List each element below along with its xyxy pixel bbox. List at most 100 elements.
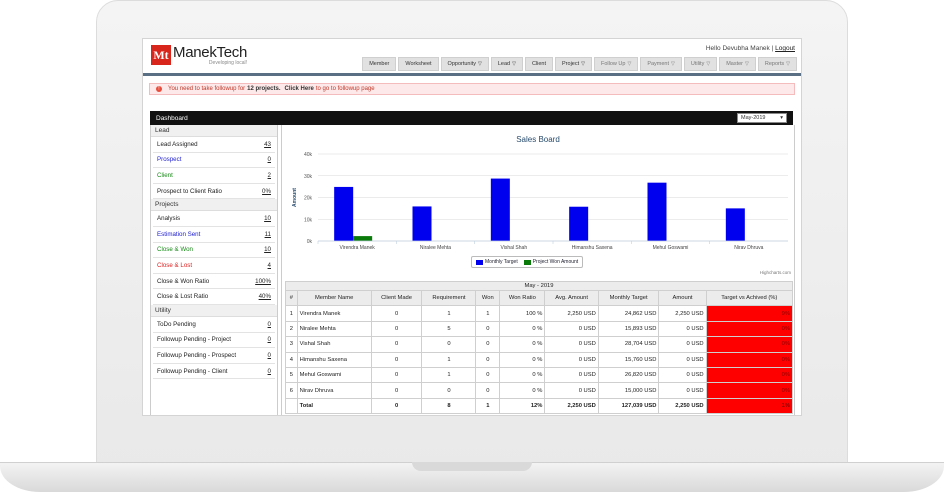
stat-label: Close & Won Ratio bbox=[157, 277, 210, 285]
stat-value-link[interactable]: 10 bbox=[264, 215, 271, 222]
bar-project-won[interactable] bbox=[353, 236, 373, 241]
alert-count: 12 projects. bbox=[247, 86, 281, 92]
legend-item[interactable]: Project Won Amount bbox=[523, 259, 579, 265]
table-row: 6 Nirav Dhruva 0 0 0 0 % 0 USD 15,000 USD 0 USD 0… bbox=[285, 382, 794, 399]
table-cell: 1 bbox=[285, 305, 298, 322]
table-total-row: Total 0 8 1 12% 2,250 USD 127,039 USD 2,250 USD… bbox=[285, 397, 794, 415]
nav-follow-up[interactable]: Follow Up ▽ bbox=[594, 57, 639, 71]
bar-monthly-target[interactable] bbox=[412, 206, 432, 241]
nav-label: Member bbox=[369, 61, 390, 67]
table-cell: 0 bbox=[421, 336, 477, 353]
month-select[interactable]: May-2019 ▾ bbox=[737, 113, 787, 123]
table-cell: 9% bbox=[705, 305, 794, 322]
month-select-value: May-2019 bbox=[741, 115, 766, 121]
table-cell: 0 bbox=[475, 366, 501, 384]
stat-value-link[interactable]: 0% bbox=[262, 188, 271, 195]
table-cell: 15,000 USD bbox=[597, 382, 660, 399]
table-period: May - 2019 bbox=[285, 281, 793, 291]
table-cell: 0 % bbox=[499, 336, 546, 353]
table-cell: 0 % bbox=[499, 382, 546, 399]
table-cell: 3 bbox=[285, 336, 298, 353]
stat-label: Lead Assigned bbox=[157, 140, 198, 148]
stat-value-link[interactable]: 10 bbox=[264, 246, 271, 253]
chevron-down-icon: ▽ bbox=[671, 61, 675, 67]
x-tick-label: Mehul Goswami bbox=[653, 245, 689, 251]
chart-legend: Monthly Target Project Won Amount bbox=[471, 256, 584, 268]
stat-value-link[interactable]: 11 bbox=[265, 231, 271, 238]
table-cell: 0 USD bbox=[658, 320, 707, 338]
table-cell: 0 bbox=[370, 366, 423, 384]
sidebar-stat-row: Close & Won Ratio 100% bbox=[153, 274, 275, 290]
table-cell: 0 USD bbox=[544, 382, 599, 399]
nav-utility[interactable]: Utility ▽ bbox=[683, 57, 718, 71]
table-cell: Mehul Goswami bbox=[296, 366, 372, 384]
nav-client[interactable]: Client bbox=[524, 57, 554, 71]
nav-master[interactable]: Master ▽ bbox=[719, 57, 756, 71]
nav-payment[interactable]: Payment ▽ bbox=[640, 57, 682, 71]
bar-monthly-target[interactable] bbox=[647, 182, 667, 241]
nav-label: Master bbox=[726, 61, 744, 67]
stat-value-link[interactable]: 0 bbox=[268, 321, 271, 328]
y-tick-label: 0k bbox=[307, 239, 313, 245]
table-cell: 0 bbox=[370, 336, 423, 353]
dashboard-header: Dashboard May-2019 ▾ bbox=[150, 111, 793, 125]
sidebar-stat-row: Lead Assigned 43 bbox=[153, 137, 275, 153]
legend-item[interactable]: Monthly Target bbox=[476, 259, 518, 265]
bar-monthly-target[interactable] bbox=[725, 208, 745, 241]
bar-monthly-target[interactable] bbox=[334, 186, 354, 241]
table-cell: 0 bbox=[475, 336, 501, 353]
table-cell: 28,704 USD bbox=[597, 336, 660, 353]
chevron-down-icon: ▽ bbox=[512, 61, 516, 67]
nav-worksheet[interactable]: Worksheet bbox=[398, 57, 439, 71]
table-row: 5 Mehul Goswami 0 1 0 0 % 0 USD 26,820 USD 0 USD… bbox=[285, 366, 794, 384]
stat-value-link[interactable]: 100% bbox=[255, 278, 271, 285]
sales-chart: Sales Board 0k 10k 20k 30k 40k Amount Virendra … bbox=[282, 125, 794, 275]
table-cell: 5 bbox=[421, 320, 477, 338]
chart-title: Sales Board bbox=[516, 135, 560, 144]
table-cell: 0 USD bbox=[658, 382, 707, 399]
sidebar-stat-row: Close & Lost 4 bbox=[153, 258, 275, 274]
table-cell: 0 USD bbox=[544, 336, 599, 353]
total-cell: 12% bbox=[499, 397, 546, 415]
stat-label: Prospect to Client Ratio bbox=[157, 187, 222, 195]
stat-value-link[interactable]: 0 bbox=[268, 352, 271, 359]
stat-value-link[interactable]: 2 bbox=[268, 172, 271, 179]
nav-member[interactable]: Member bbox=[362, 57, 397, 71]
table-cell: Nirav Dhruva bbox=[296, 382, 372, 399]
column-header: Avg. Amount bbox=[544, 289, 599, 307]
stat-label: Close & Lost Ratio bbox=[157, 293, 209, 301]
nav-label: Worksheet bbox=[405, 61, 432, 67]
stat-value-link[interactable]: 40% bbox=[259, 293, 271, 300]
alert-text-post: to go to followup page bbox=[315, 86, 375, 92]
bar-monthly-target[interactable] bbox=[569, 206, 589, 241]
nav-opportunity[interactable]: Opportunity ▽ bbox=[440, 57, 489, 71]
sidebar-stat-row: Followup Pending - Prospect 0 bbox=[153, 348, 275, 364]
table-cell: 0 bbox=[475, 351, 501, 368]
nav-project[interactable]: Project ▽ bbox=[555, 57, 592, 71]
y-tick-label: 10k bbox=[304, 217, 313, 223]
table-cell: 0 bbox=[370, 305, 423, 322]
main-panel: Sales Board 0k 10k 20k 30k 40k Amount Virendra … bbox=[281, 125, 795, 415]
sidebar-stat-row: Analysis 10 bbox=[153, 211, 275, 227]
stat-value-link[interactable]: 43 bbox=[264, 141, 271, 148]
stat-value-link[interactable]: 4 bbox=[268, 262, 271, 269]
alert-text-pre: You need to take followup for bbox=[168, 86, 246, 92]
chart-credit[interactable]: Highcharts.com bbox=[760, 270, 791, 275]
stat-value-link[interactable]: 0 bbox=[268, 336, 271, 343]
column-header: Client Made bbox=[370, 289, 423, 307]
table-cell: 0 bbox=[421, 382, 477, 399]
legend-label: Project Won Amount bbox=[532, 259, 579, 265]
stat-value-link[interactable]: 0 bbox=[268, 368, 271, 375]
bar-monthly-target[interactable] bbox=[490, 178, 510, 241]
logout-link[interactable]: Logout bbox=[775, 45, 795, 52]
app-logo[interactable]: Mt ManekTech Developing local! bbox=[151, 45, 247, 66]
table-cell: 0 % bbox=[499, 320, 546, 338]
column-header: Monthly Target bbox=[597, 289, 660, 307]
nav-reports[interactable]: Reports ▽ bbox=[757, 57, 797, 71]
stat-value-link[interactable]: 0 bbox=[268, 156, 271, 163]
alert-link[interactable]: Click Here bbox=[285, 86, 314, 92]
table-cell: 0 bbox=[370, 351, 423, 368]
followup-alert: ! You need to take followup for 12 proje… bbox=[149, 83, 795, 95]
nav-label: Opportunity bbox=[447, 61, 476, 67]
nav-lead[interactable]: Lead ▽ bbox=[490, 57, 523, 71]
